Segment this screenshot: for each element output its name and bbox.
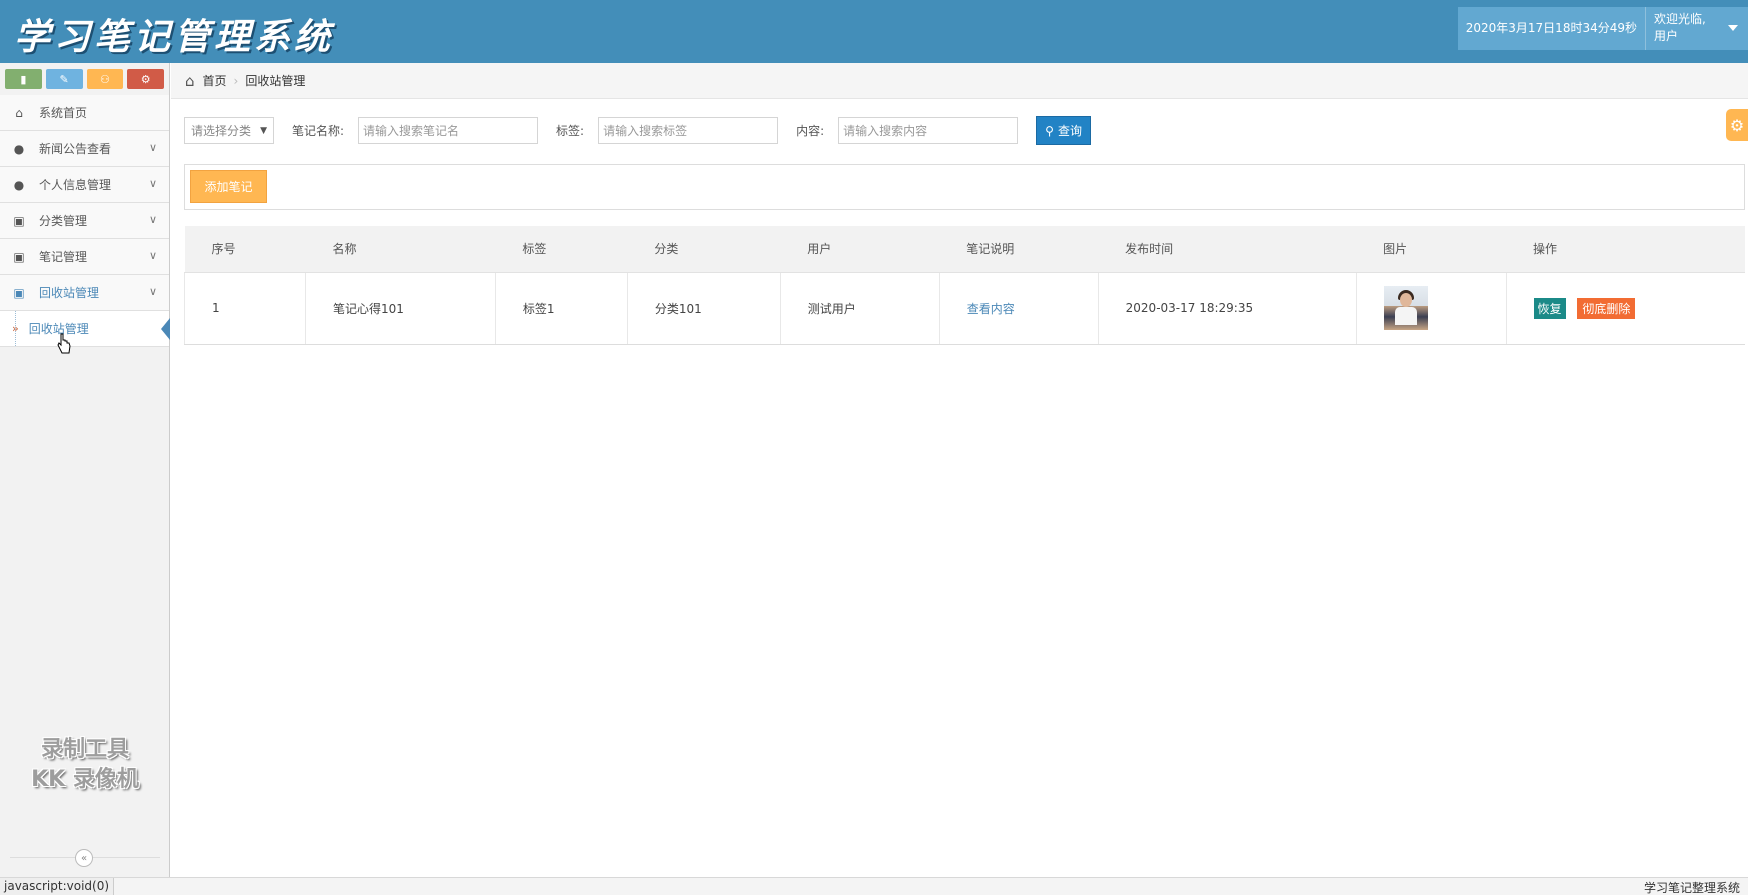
recycle-table: 序号 名称 标签 分类 用户 笔记说明 发布时间 图片 操作 1 笔记心得101… <box>184 226 1745 345</box>
content-input[interactable] <box>838 117 1019 144</box>
chevron-down-icon: ∨ <box>148 177 157 190</box>
status-footer-text: 学习笔记整理系统 <box>1643 881 1740 895</box>
cell-category: 分类101 <box>627 272 781 345</box>
app-logo: 学习笔记管理系统 <box>14 16 335 58</box>
sidebar-item-notes[interactable]: ▣ 笔记管理 ∨ <box>0 239 169 275</box>
column-header-description: 笔记说明 <box>939 226 1099 273</box>
cell-name: 笔记心得101 <box>305 272 496 345</box>
signal-icon: ▮ <box>20 72 27 86</box>
users-shortcut-button[interactable]: ⚇ <box>86 69 124 89</box>
column-header-category: 分类 <box>627 226 781 273</box>
sidebar-subitem-recycle[interactable]: » 回收站管理 <box>0 311 170 347</box>
current-datetime: 2020年3月17日18时34分49秒 <box>1457 7 1646 50</box>
content-label: 内容: <box>796 124 825 138</box>
cell-user: 测试用户 <box>780 272 940 345</box>
breadcrumb-separator: › <box>233 73 239 88</box>
query-button[interactable]: ⚲ 查询 <box>1036 116 1091 145</box>
column-header-user: 用户 <box>780 226 940 273</box>
caret-down-icon <box>1728 25 1738 31</box>
breadcrumb-home[interactable]: 首页 <box>203 72 227 89</box>
chevron-down-icon: ∨ <box>148 285 157 298</box>
column-header-tag: 标签 <box>495 226 628 273</box>
user-icon: ● <box>13 141 25 156</box>
watermark-line-1: 录制工具 <box>40 737 129 762</box>
status-link-text: javascript:void(0) <box>0 878 115 895</box>
chevron-down-icon: ∨ <box>148 213 157 226</box>
query-button-label: 查询 <box>1057 124 1082 138</box>
double-arrow-icon: » <box>12 322 19 335</box>
header-right: 2020年3月17日18时34分49秒 欢迎光临, 用户 <box>1457 7 1748 50</box>
action-toolbar: 添加笔记 <box>184 164 1745 210</box>
sidebar-item-label: 分类管理 <box>39 214 88 228</box>
column-header-image: 图片 <box>1356 226 1507 273</box>
sidebar-item-category[interactable]: ▣ 分类管理 ∨ <box>0 203 169 239</box>
column-header-actions: 操作 <box>1506 226 1745 273</box>
note-name-label: 笔记名称: <box>292 124 345 138</box>
sidebar-item-home[interactable]: ⌂ 系统首页 <box>0 95 169 131</box>
picture-icon: ▣ <box>13 213 25 228</box>
home-icon: ⌂ <box>15 105 23 120</box>
thumbnail-figure-face <box>1399 293 1412 307</box>
recorder-watermark: 录制工具 KK 录像机 <box>0 735 170 795</box>
sidebar-item-label: 系统首页 <box>39 106 88 120</box>
settings-toggle[interactable]: ⚙ <box>1726 109 1748 141</box>
shortcut-buttons: ▮ ✎ ⚇ ⚙ <box>0 63 169 95</box>
cell-tag: 标签1 <box>495 272 628 345</box>
signal-shortcut-button[interactable]: ▮ <box>5 69 42 89</box>
tag-input[interactable] <box>598 117 779 144</box>
sidebar-item-profile[interactable]: ● 个人信息管理 ∨ <box>0 167 169 203</box>
cell-image <box>1356 272 1507 345</box>
view-content-link[interactable]: 查看内容 <box>967 302 1015 316</box>
note-name-input[interactable] <box>358 117 539 144</box>
category-select-value: 请选择分类 <box>191 124 252 138</box>
cogs-shortcut-button[interactable]: ⚙ <box>127 69 164 89</box>
mouse-cursor-icon <box>57 333 71 354</box>
column-header-index: 序号 <box>184 226 306 273</box>
add-note-button[interactable]: 添加笔记 <box>190 170 267 203</box>
tag-label: 标签: <box>556 124 585 138</box>
gear-icon: ⚙ <box>1729 115 1745 135</box>
breadcrumb: ⌂ 首页 › 回收站管理 <box>171 63 1748 99</box>
user-icon: ● <box>13 177 25 192</box>
search-form: 请选择分类 ▼ 笔记名称: 标签: 内容: ⚲ 查询 <box>184 116 1091 145</box>
column-header-published: 发布时间 <box>1098 226 1357 273</box>
sidebar: ▮ ✎ ⚇ ⚙ ⌂ 系统首页 ● 新闻公告查看 ∨ ● 个人信息管理 ∨ ▣ 分… <box>0 63 170 878</box>
table-row: 1 笔记心得101 标签1 分类101 测试用户 查看内容 2020-03-17… <box>184 272 1745 345</box>
table-header-row: 序号 名称 标签 分类 用户 笔记说明 发布时间 图片 操作 <box>184 226 1745 273</box>
sidebar-item-label: 笔记管理 <box>39 250 88 264</box>
cell-index: 1 <box>184 272 306 345</box>
permanent-delete-button[interactable]: 彻底删除 <box>1577 297 1636 319</box>
search-icon: ⚲ <box>1045 123 1054 138</box>
cell-description: 查看内容 <box>939 272 1099 345</box>
chevron-down-icon: ∨ <box>148 249 157 262</box>
active-indicator <box>161 318 170 340</box>
note-thumbnail[interactable] <box>1383 286 1428 330</box>
cell-published: 2020-03-17 18:29:35 <box>1098 272 1357 345</box>
browser-status-bar: javascript:void(0) 学习笔记整理系统 <box>0 877 1748 895</box>
chevron-down-icon: ∨ <box>148 141 157 154</box>
user-menu[interactable]: 欢迎光临, 用户 <box>1646 7 1748 50</box>
picture-icon: ▣ <box>13 249 25 264</box>
column-header-name: 名称 <box>305 226 496 273</box>
home-icon: ⌂ <box>185 71 195 90</box>
restore-button[interactable]: 恢复 <box>1533 297 1566 319</box>
sidebar-item-label: 回收站管理 <box>39 286 100 300</box>
watermark-line-2: KK 录像机 <box>31 767 139 792</box>
thumbnail-figure-body <box>1394 307 1417 325</box>
pencil-icon: ✎ <box>59 72 69 86</box>
cogs-icon: ⚙ <box>140 72 151 86</box>
sidebar-item-recycle[interactable]: ▣ 回收站管理 ∨ <box>0 275 169 311</box>
breadcrumb-current: 回收站管理 <box>245 74 306 88</box>
category-select[interactable]: 请选择分类 ▼ <box>184 117 274 144</box>
sidebar-item-news[interactable]: ● 新闻公告查看 ∨ <box>0 131 169 167</box>
pencil-shortcut-button[interactable]: ✎ <box>45 69 83 89</box>
top-header: 学习笔记管理系统 2020年3月17日18时34分49秒 欢迎光临, 用户 <box>0 0 1748 63</box>
caret-down-icon: ▼ <box>260 125 267 136</box>
cell-actions: 恢复 彻底删除 <box>1506 272 1745 345</box>
users-icon: ⚇ <box>99 72 110 86</box>
picture-icon: ▣ <box>13 285 25 300</box>
sidebar-item-label: 个人信息管理 <box>39 178 112 192</box>
sidebar-item-label: 新闻公告查看 <box>39 142 112 156</box>
collapse-sidebar-button[interactable]: « <box>75 849 93 867</box>
